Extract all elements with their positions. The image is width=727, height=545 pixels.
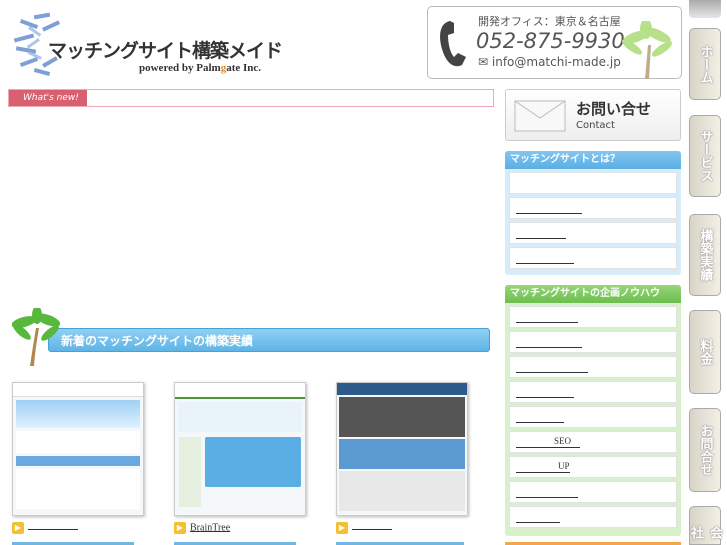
- nav-tab-home[interactable]: ホーム: [689, 28, 721, 100]
- palm-tree-icon: [12, 308, 60, 366]
- work-thumbnail-1[interactable]: [12, 382, 144, 516]
- about-link-4[interactable]: [509, 247, 677, 269]
- work-caption-2-link[interactable]: BrainTree: [190, 522, 230, 533]
- work-thumbnail-2[interactable]: [174, 382, 306, 516]
- about-link-2[interactable]: [509, 197, 677, 219]
- about-link-3[interactable]: [509, 222, 677, 244]
- work-caption-3[interactable]: ▶: [336, 522, 392, 534]
- logo-subtitle: powered by Palmgate Inc.: [139, 62, 262, 74]
- contact-button[interactable]: お問い合せ Contact: [505, 89, 681, 141]
- envelope-icon: [514, 100, 566, 132]
- works-section-heading: 新着のマッチングサイトの構築実績: [12, 308, 490, 366]
- nav-tab-contact[interactable]: お問合せ: [689, 408, 721, 492]
- nav-top-cap: [689, 0, 721, 18]
- nav-tab-service[interactable]: サービス: [689, 115, 721, 197]
- email-row[interactable]: ✉ info@matchi-made.jp: [478, 55, 621, 69]
- knowhow-panel-heading: マッチングサイトの企画ノウハウ: [505, 285, 681, 303]
- knowhow-link-2[interactable]: [509, 331, 677, 353]
- whats-new-tab: What's new!: [9, 90, 87, 106]
- nav-tab-company[interactable]: 会社: [688, 506, 722, 545]
- arrow-right-icon: ▶: [12, 522, 24, 534]
- logo-title: マッチングサイト構築メイド: [48, 40, 283, 62]
- telephone-icon: [440, 21, 466, 67]
- works-heading-title: 新着のマッチングサイトの構築実績: [48, 328, 490, 352]
- arrow-right-icon: ▶: [336, 522, 348, 534]
- whats-new-bar: What's new!: [8, 89, 494, 107]
- email-address: info@matchi-made.jp: [491, 55, 621, 69]
- knowhow-link-4[interactable]: [509, 381, 677, 403]
- work-thumbnail-3[interactable]: [336, 382, 468, 516]
- work-caption-2[interactable]: ▶ BrainTree: [174, 522, 230, 534]
- knowhow-link-9[interactable]: [509, 506, 677, 528]
- knowhow-link-8[interactable]: [509, 481, 677, 503]
- office-label: 開発オフィス：東京＆名古屋: [478, 15, 621, 28]
- nav-tab-works[interactable]: 構築実績: [689, 214, 721, 296]
- nav-tab-pricing[interactable]: 料金: [689, 310, 721, 394]
- about-link-1[interactable]: [509, 172, 677, 194]
- phone-number[interactable]: 052-875-9930: [476, 29, 625, 53]
- knowhow-link-5[interactable]: [509, 406, 677, 428]
- about-panel-heading: マッチングサイトとは？: [505, 151, 681, 169]
- about-matching-panel: マッチングサイトとは？: [505, 151, 681, 275]
- work-caption-1[interactable]: ▶: [12, 522, 78, 534]
- knowhow-link-6[interactable]: SEO: [509, 431, 677, 453]
- contact-title: お問い合せ: [576, 100, 652, 118]
- site-logo[interactable]: マッチングサイト構築メイド powered by Palmgate Inc.: [12, 10, 292, 80]
- contact-subtitle: Contact: [576, 120, 615, 131]
- knowhow-link-3[interactable]: [509, 356, 677, 378]
- knowhow-link-7[interactable]: UP: [509, 456, 677, 478]
- mail-icon: ✉: [478, 55, 492, 69]
- palm-tree-icon: [621, 21, 673, 79]
- knowhow-panel: マッチングサイトの企画ノウハウ SEO UP: [505, 285, 681, 536]
- contact-info-box: 開発オフィス：東京＆名古屋 052-875-9930 ✉ info@matchi…: [427, 6, 682, 79]
- knowhow-link-1[interactable]: [509, 306, 677, 328]
- arrow-right-icon: ▶: [174, 522, 186, 534]
